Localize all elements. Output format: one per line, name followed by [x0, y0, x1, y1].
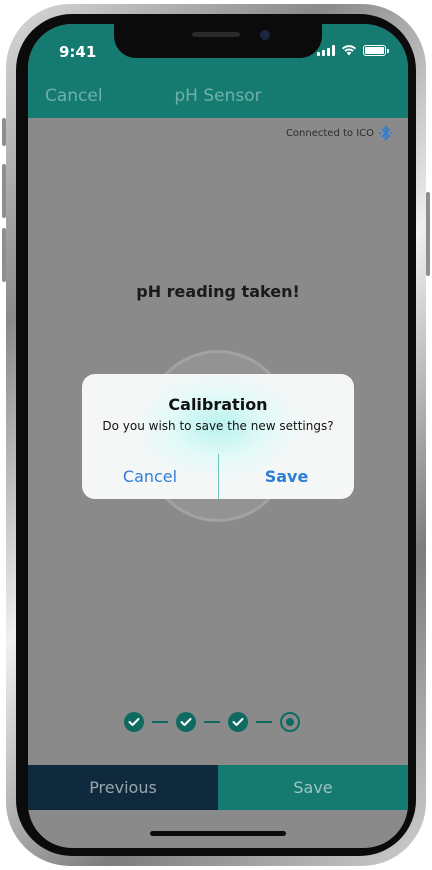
- dialog-message: Do you wish to save the new settings?: [102, 419, 334, 433]
- dialog-save-button[interactable]: Save: [219, 454, 354, 499]
- step-connector: [204, 721, 220, 723]
- signal-icon: [317, 44, 335, 56]
- calibration-dialog: Calibration Do you wish to save the new …: [82, 374, 354, 499]
- side-button-silent: [2, 118, 6, 146]
- step-connector: [256, 721, 272, 723]
- speaker-grille: [192, 32, 240, 37]
- side-button-volume-down: [2, 228, 6, 282]
- step-complete-icon: [124, 712, 144, 732]
- battery-icon: [363, 44, 389, 56]
- phone-notch: [114, 24, 322, 58]
- progress-steps: [124, 712, 300, 732]
- phone-screen: 9:41 Cancel pH Sensor Connected to ICO p…: [28, 24, 408, 848]
- save-button[interactable]: Save: [218, 765, 408, 810]
- previous-button[interactable]: Previous: [28, 765, 218, 810]
- reading-status-text: pH reading taken!: [136, 282, 300, 301]
- step-complete-icon: [228, 712, 248, 732]
- side-button-volume-up: [2, 164, 6, 218]
- connection-label: Connected to ICO: [285, 127, 374, 139]
- wifi-icon: [342, 45, 356, 56]
- step-current-icon: [280, 712, 300, 732]
- home-indicator[interactable]: [150, 831, 286, 836]
- dialog-title: Calibration: [168, 395, 268, 414]
- status-icons: [317, 44, 389, 56]
- page-title: pH Sensor: [174, 86, 262, 106]
- status-time: 9:41: [59, 43, 97, 61]
- step-connector: [152, 721, 168, 723]
- dialog-cancel-button[interactable]: Cancel: [82, 454, 218, 499]
- side-button-power: [426, 192, 430, 276]
- connection-status: Connected to ICO: [286, 123, 394, 143]
- bluetooth-icon: [378, 125, 393, 141]
- step-complete-icon: [176, 712, 196, 732]
- front-camera: [260, 30, 270, 40]
